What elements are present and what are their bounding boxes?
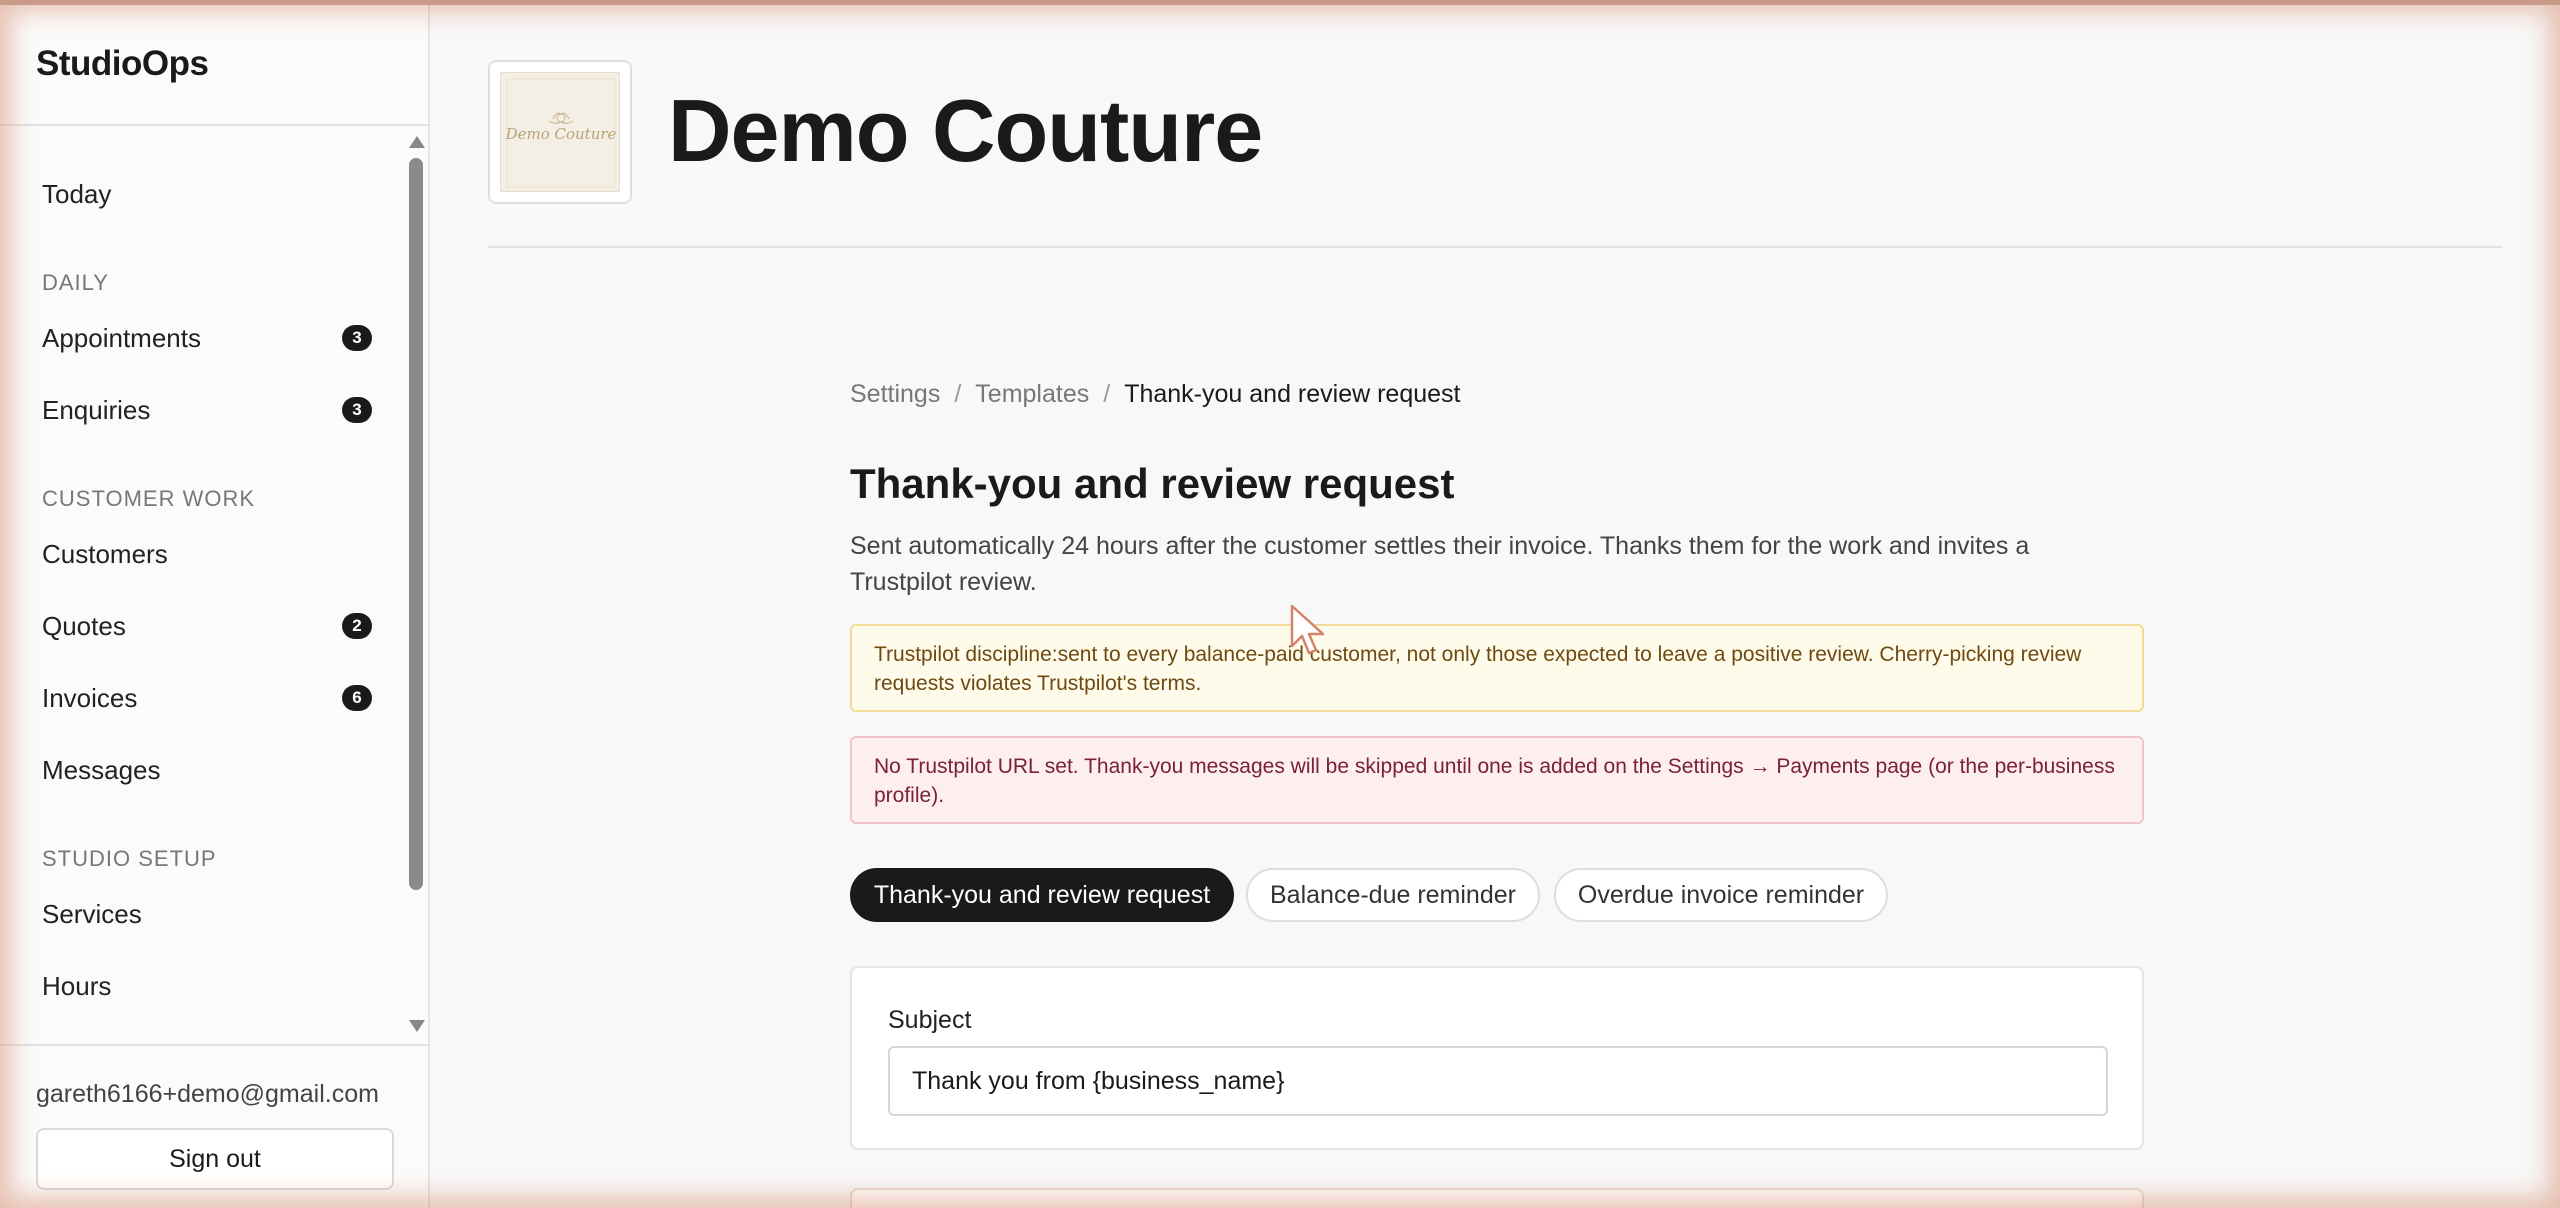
logo-wordmark: Demo Couture xyxy=(505,125,617,143)
sidebar-item-label: Invoices xyxy=(42,683,138,713)
sidebar-scrollbar[interactable] xyxy=(404,126,428,1042)
count-badge: 3 xyxy=(342,325,372,351)
scroll-up-arrow-icon[interactable] xyxy=(409,136,425,148)
sidebar-footer: gareth6166+demo@gmail.com Sign out xyxy=(0,1044,428,1208)
logo-image: Demo Couture xyxy=(500,72,620,192)
subject-label: Subject xyxy=(888,1006,972,1034)
sidebar-nav: Today DAILY Appointments 3 Enquiries 3 C… xyxy=(0,126,404,1042)
sidebar-item-invoices[interactable]: Invoices 6 xyxy=(42,678,372,718)
sidebar-item-enquiries[interactable]: Enquiries 3 xyxy=(42,390,372,430)
body-card xyxy=(850,1188,2144,1208)
breadcrumb-separator: / xyxy=(1103,380,1111,408)
tab-overdue-invoice-reminder[interactable]: Overdue invoice reminder xyxy=(1554,868,1888,922)
scrollbar-thumb[interactable] xyxy=(409,158,423,890)
window-frame-top xyxy=(0,0,2560,5)
business-name: Demo Couture xyxy=(668,81,1263,180)
sidebar-item-label: Messages xyxy=(42,755,161,785)
sidebar: StudioOps Today DAILY Appointments 3 Enq… xyxy=(0,0,430,1208)
breadcrumb-current: Thank-you and review request xyxy=(1124,380,1461,408)
sidebar-item-quotes[interactable]: Quotes 2 xyxy=(42,606,372,646)
count-badge: 6 xyxy=(342,685,372,711)
sidebar-item-label: Hours xyxy=(42,971,112,1001)
scroll-down-arrow-icon[interactable] xyxy=(409,1020,425,1032)
page-description: Sent automatically 24 hours after the cu… xyxy=(850,532,2030,596)
sidebar-item-appointments[interactable]: Appointments 3 xyxy=(42,318,372,358)
tab-balance-due-reminder[interactable]: Balance-due reminder xyxy=(1246,868,1540,922)
sidebar-item-hours[interactable]: Hours xyxy=(42,966,372,1006)
brand-logo[interactable]: StudioOps xyxy=(36,44,209,84)
sidebar-item-messages[interactable]: Messages xyxy=(42,750,372,790)
breadcrumb: Settings / Templates / Thank-you and review … xyxy=(850,380,1461,409)
breadcrumb-templates-link[interactable]: Templates xyxy=(975,380,1089,408)
count-badge: 2 xyxy=(342,613,372,639)
sidebar-item-label: Enquiries xyxy=(42,395,151,425)
sign-out-button[interactable]: Sign out xyxy=(36,1128,394,1190)
tab-thank-you-review[interactable]: Thank-you and review request xyxy=(850,868,1234,922)
user-email: gareth6166+demo@gmail.com xyxy=(36,1080,379,1108)
subject-input[interactable] xyxy=(888,1046,2108,1116)
page-title: Thank-you and review request xyxy=(850,460,1455,507)
sidebar-item-today[interactable]: Today xyxy=(42,174,372,214)
sidebar-item-customers[interactable]: Customers xyxy=(42,534,372,574)
sidebar-item-services[interactable]: Services xyxy=(42,894,372,934)
sidebar-item-label: Today xyxy=(42,179,112,209)
sidebar-item-label: Appointments xyxy=(42,323,201,353)
sidebar-item-label: Quotes xyxy=(42,611,126,641)
subject-card: Subject xyxy=(850,966,2144,1150)
header-divider xyxy=(488,246,2502,248)
sidebar-item-label: Customers xyxy=(42,539,168,569)
mouse-pointer-icon xyxy=(1290,604,1325,655)
sidebar-item-label: Services xyxy=(42,899,142,929)
missing-trustpilot-url-alert: No Trustpilot URL set. Thank-you message… xyxy=(850,736,2144,824)
trustpilot-discipline-notice: Trustpilot discipline:sent to every bala… xyxy=(850,624,2144,712)
breadcrumb-settings-link[interactable]: Settings xyxy=(850,380,940,408)
breadcrumb-separator: / xyxy=(954,380,962,408)
sidebar-section-customer-work: CUSTOMER WORK xyxy=(42,486,256,511)
count-badge: 3 xyxy=(342,397,372,423)
sidebar-section-studio-setup: STUDIO SETUP xyxy=(42,846,217,871)
business-logo: Demo Couture xyxy=(488,60,632,204)
sidebar-section-daily: DAILY xyxy=(42,270,109,295)
